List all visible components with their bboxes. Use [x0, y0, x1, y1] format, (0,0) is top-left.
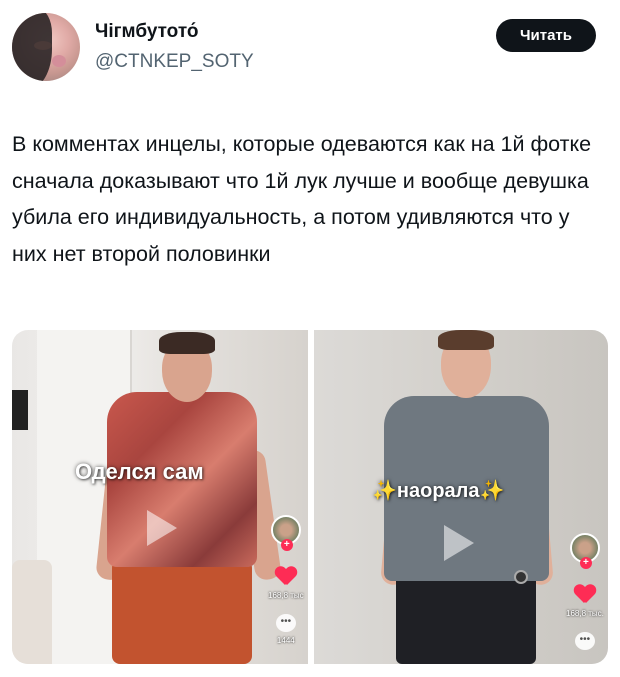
play-icon[interactable]	[147, 510, 177, 546]
media-photo-right[interactable]: ✨наорала✨ + 168,8 тыс. •••	[314, 330, 608, 664]
person-hair	[438, 330, 494, 350]
avatar-nose	[52, 55, 66, 67]
author-avatar[interactable]	[12, 13, 80, 81]
comment-count: 1444	[276, 636, 295, 645]
avatar-eye	[34, 41, 52, 50]
clothes-pile	[12, 560, 52, 664]
heart-icon[interactable]	[275, 567, 297, 587]
sparkle-icon: ✨	[479, 480, 505, 502]
tweet-text: В комментах инцелы, которые одеваются ка…	[12, 132, 592, 266]
plus-icon[interactable]: +	[579, 557, 592, 569]
caption-right: ✨наорала✨	[372, 478, 504, 503]
person-shorts	[396, 575, 536, 664]
follow-button[interactable]: Читать	[496, 19, 596, 52]
sparkle-icon: ✨	[372, 480, 397, 502]
like-count: 168,8 тыс	[268, 591, 304, 600]
watch	[514, 570, 528, 584]
caption-right-text: наорала	[396, 480, 480, 502]
wall-frame	[12, 390, 28, 430]
tiktok-side-icons: + 168,8 тыс. •••	[566, 533, 604, 650]
author-handle[interactable]: @CTNKEP_SOTY	[95, 51, 254, 73]
media-grid: Оделся сам + 168,8 тыс ••• 1444 ✨наорала…	[12, 330, 608, 664]
comment-icon[interactable]: •••	[275, 614, 296, 632]
like-count: 168,8 тыс.	[566, 609, 604, 618]
plus-icon[interactable]: +	[280, 539, 293, 551]
person-pants	[112, 560, 252, 664]
author-name[interactable]: Чігмбутото́	[95, 21, 198, 43]
heart-icon[interactable]	[574, 585, 596, 605]
play-icon[interactable]	[444, 525, 474, 561]
comment-icon[interactable]: •••	[574, 632, 595, 650]
caption-left: Оделся сам	[75, 459, 204, 484]
creator-avatar[interactable]: +	[270, 515, 301, 551]
person-hair	[159, 332, 215, 354]
creator-avatar[interactable]: +	[569, 533, 600, 569]
tiktok-side-icons: + 168,8 тыс ••• 1444	[268, 515, 304, 645]
media-photo-left[interactable]: Оделся сам + 168,8 тыс ••• 1444	[12, 330, 308, 664]
